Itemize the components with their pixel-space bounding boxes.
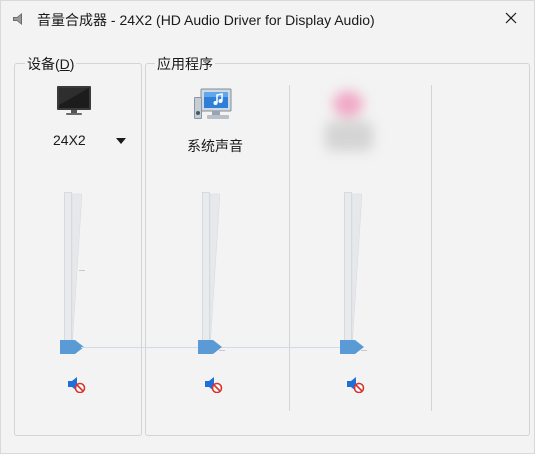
app-volume-thumb[interactable] [198, 340, 222, 354]
blurred-app-icon [319, 85, 379, 165]
device-volume-tick [79, 270, 85, 271]
device-dropdown-button[interactable] [113, 132, 129, 148]
devices-group-label: 设备(D) [25, 56, 77, 72]
system-sounds-icon [193, 87, 235, 128]
window-title: 音量合成器 - 24X2 (HD Audio Driver for Displa… [37, 12, 375, 28]
channel-divider [431, 85, 432, 411]
app-mute-button[interactable] [346, 375, 366, 393]
peak-link-line [221, 347, 349, 348]
app-volume-ramp [352, 193, 362, 349]
volume-mixer-window: 音量合成器 - 24X2 (HD Audio Driver for Displa… [0, 0, 535, 454]
app-mute-button[interactable] [204, 375, 224, 393]
app-volume-ramp [210, 193, 220, 349]
title-bar[interactable]: 音量合成器 - 24X2 (HD Audio Driver for Displa… [1, 1, 534, 38]
peak-link-line [81, 347, 207, 348]
app-volume-track[interactable] [344, 192, 352, 350]
app-volume-thumb[interactable] [340, 340, 364, 354]
monitor-icon [56, 85, 92, 122]
device-volume-track[interactable] [64, 192, 72, 350]
channel-divider [289, 85, 290, 411]
device-name-label: 24X2 [53, 132, 86, 148]
applications-group-label: 应用程序 [155, 56, 215, 72]
caret-down-icon [116, 131, 126, 149]
close-button[interactable] [488, 1, 534, 38]
app-name-label: 系统声音 [187, 138, 243, 154]
app-volume-track[interactable] [202, 192, 210, 350]
device-mute-button[interactable] [67, 375, 87, 393]
device-volume-ramp [72, 193, 82, 349]
close-icon [505, 11, 517, 29]
speaker-icon [11, 11, 27, 27]
